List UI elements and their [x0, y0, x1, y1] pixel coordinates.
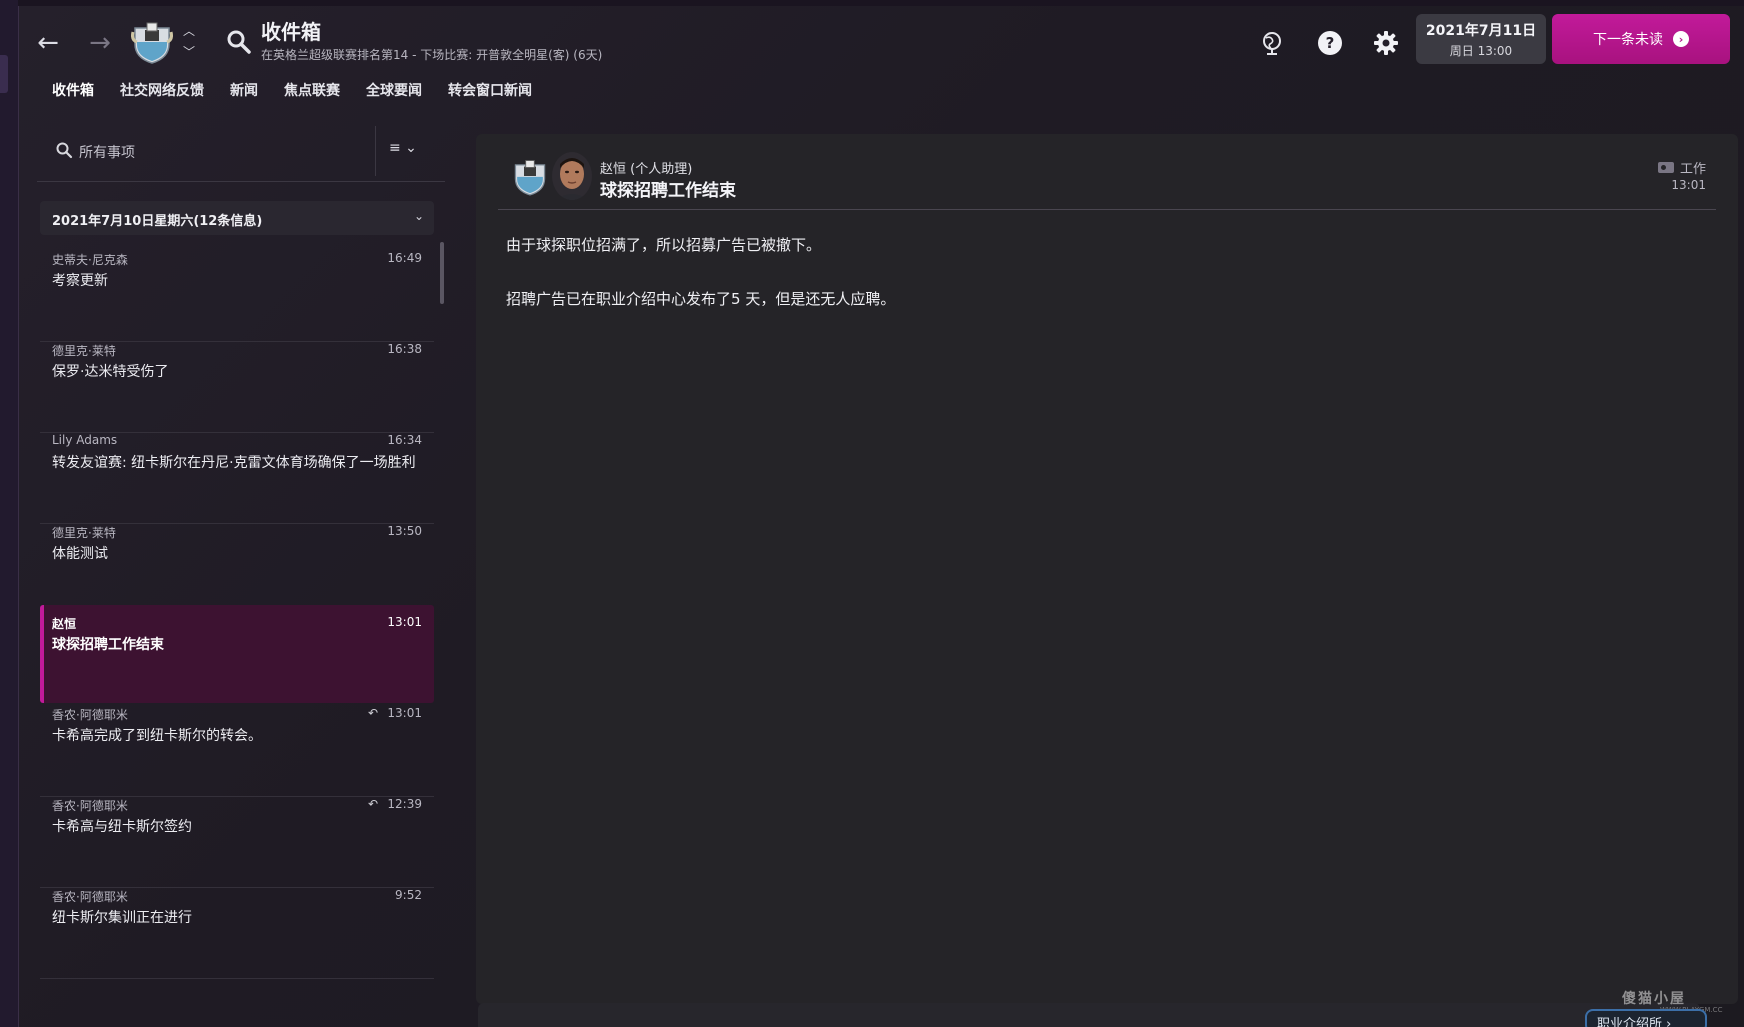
reply-icon: ↶: [367, 797, 378, 811]
search-icon: [56, 142, 73, 159]
edge-handle[interactable]: [0, 55, 8, 93]
list-item[interactable]: 德里克·莱特 16:38 保罗·达米特受伤了: [40, 332, 434, 433]
message-sender: 香农·阿德耶米: [52, 799, 128, 813]
chevron-down-icon[interactable]: ⌄: [414, 209, 424, 223]
divider: [375, 126, 376, 176]
message-time: 9:52: [395, 888, 422, 902]
category-label: 工作: [1679, 162, 1706, 177]
next-unread-label: 下一条未读: [1593, 32, 1663, 48]
message-time: 13:50: [387, 524, 422, 538]
gear-icon[interactable]: [1371, 28, 1401, 58]
message-subject: 转发友谊赛: 纽卡斯尔在丹尼·克雷文体育场确保了一场胜利: [52, 455, 416, 471]
search-input[interactable]: 所有事项: [79, 142, 135, 162]
list-item[interactable]: 史蒂夫·尼克森 16:49 考察更新: [40, 241, 434, 342]
list-item[interactable]: 香农·阿德耶米 9:52 纽卡斯尔集训正在进行: [40, 878, 434, 979]
forward-icon[interactable]: →: [85, 28, 115, 58]
help-icon[interactable]: ?: [1315, 28, 1345, 58]
message-detail-panel: 赵恒 (个人助理) 球探招聘工作结束 工作 13:01 由于球探职位招满了，所以…: [476, 134, 1738, 1004]
tab-news[interactable]: 新闻: [217, 80, 271, 106]
message-body: 由于球探职位招满了，所以招募广告已被撤下。 招聘广告已在职业介绍中心发布了5 天…: [506, 234, 895, 342]
body-paragraph: 由于球探职位招满了，所以招募广告已被撤下。: [506, 236, 822, 254]
message-time: 13:01: [387, 706, 422, 720]
inbox-tabs: 收件箱 社交网络反馈 新闻 焦点联赛 全球要闻 转会窗口新闻: [39, 80, 545, 106]
list-item[interactable]: 香农·阿德耶米 ↶ 13:01 卡希高完成了到纽卡斯尔的转会。: [40, 696, 434, 797]
message-from: 赵恒 (个人助理): [600, 162, 693, 177]
message-list: 史蒂夫·尼克森 16:49 考察更新 德里克·莱特 16:38 保罗·达米特受伤…: [40, 241, 434, 1027]
chevron-down-icon[interactable]: ﹀: [183, 43, 195, 60]
message-time: 13:01: [387, 615, 422, 629]
message-time: 16:34: [387, 433, 422, 447]
avatar[interactable]: [552, 152, 592, 200]
message-subject: 球探招聘工作结束: [52, 637, 164, 653]
tab-inbox[interactable]: 收件箱: [39, 80, 107, 106]
message-category[interactable]: 工作: [1657, 158, 1706, 177]
next-unread-button[interactable]: 下一条未读 ›: [1552, 14, 1730, 64]
message-header: 赵恒 (个人助理) 球探招聘工作结束 工作 13:01: [498, 134, 1716, 210]
club-crest-icon: [514, 160, 546, 196]
arrow-right-circle-icon: ›: [1673, 31, 1689, 47]
message-list-panel: 所有事项 ≡ ⌄ 2021年7月10日星期六(12条信息) ⌄ 史蒂夫·尼克森 …: [19, 124, 451, 1027]
page-title: 收件箱: [261, 20, 321, 44]
current-date: 2021年7月11日: [1425, 23, 1537, 39]
club-switch-arrows[interactable]: ︿ ﹀: [181, 22, 197, 60]
body-paragraph: 招聘广告已在职业介绍中心发布了5 天，但是还无人应聘。: [506, 290, 896, 308]
top-bar: ← → ︿ ﹀ 收件箱 在英格兰超级联赛排名第14 - 下场比赛: 开普敦全明星…: [19, 6, 1744, 76]
message-subject: 卡希高完成了到纽卡斯尔的转会。: [52, 728, 262, 744]
tag-icon: [1657, 162, 1674, 173]
globe-icon[interactable]: [1257, 28, 1287, 58]
watermark: 傻猫小屋: [1622, 991, 1686, 1007]
job-center-button[interactable]: 职业介绍所 ›: [1585, 1009, 1707, 1027]
tab-world-news[interactable]: 全球要闻: [353, 80, 435, 106]
message-sender: 香农·阿德耶米: [52, 708, 128, 722]
message-sender: Lily Adams: [52, 433, 118, 447]
list-item[interactable]: 德里克·莱特 13:50 体能测试: [40, 514, 434, 615]
message-time: 12:39: [387, 797, 422, 811]
current-day-time: 周日 13:00: [1449, 44, 1513, 58]
filter-menu-icon[interactable]: ≡ ⌄: [389, 140, 425, 162]
tab-focus-leagues[interactable]: 焦点联赛: [271, 80, 353, 106]
search-icon[interactable]: [225, 28, 253, 56]
list-item[interactable]: Lily Adams 16:34 转发友谊赛: 纽卡斯尔在丹尼·克雷文体育场确保…: [40, 423, 434, 524]
list-scrollbar[interactable]: [440, 242, 444, 304]
svg-text:?: ?: [1326, 34, 1335, 52]
reply-bar: [478, 1003, 1700, 1027]
message-time: 16:38: [387, 342, 422, 356]
message-subject-title: 球探招聘工作结束: [600, 181, 736, 201]
date-group-header[interactable]: 2021年7月10日星期六(12条信息) ⌄: [40, 201, 434, 235]
left-edge-strip: [0, 0, 18, 1027]
tab-social-feedback[interactable]: 社交网络反馈: [107, 80, 217, 106]
message-received-time: 13:01: [1671, 178, 1706, 192]
message-sender: 德里克·莱特: [52, 344, 116, 358]
list-item-selected[interactable]: 赵恒 13:01 球探招聘工作结束: [40, 605, 434, 703]
message-sender: 史蒂夫·尼克森: [52, 253, 128, 267]
page-subtitle: 在英格兰超级联赛排名第14 - 下场比赛: 开普敦全明星(客) (6天): [261, 48, 603, 62]
message-sender: 赵恒: [52, 617, 77, 631]
message-subject: 体能测试: [52, 546, 108, 562]
app-window: ← → ︿ ﹀ 收件箱 在英格兰超级联赛排名第14 - 下场比赛: 开普敦全明星…: [18, 6, 1744, 1027]
message-sender: 德里克·莱特: [52, 526, 116, 540]
message-subject: 考察更新: [52, 273, 108, 289]
message-subject: 纽卡斯尔集训正在进行: [52, 910, 192, 926]
title-block: 收件箱 在英格兰超级联赛排名第14 - 下场比赛: 开普敦全明星(客) (6天): [261, 20, 602, 63]
tab-transfer-window-news[interactable]: 转会窗口新闻: [435, 80, 545, 106]
back-icon[interactable]: ←: [33, 28, 63, 58]
game-date-display[interactable]: 2021年7月11日 周日 13:00: [1416, 14, 1546, 64]
message-sender: 香农·阿德耶米: [52, 890, 128, 904]
chevron-up-icon[interactable]: ︿: [183, 22, 195, 39]
message-subject: 卡希高与纽卡斯尔签约: [52, 819, 192, 835]
reply-icon: ↶: [367, 706, 378, 720]
message-subject: 保罗·达米特受伤了: [52, 364, 169, 380]
list-item[interactable]: 香农·阿德耶米 ↶ 12:39 卡希高与纽卡斯尔签约: [40, 787, 434, 888]
club-crest-icon[interactable]: [131, 18, 173, 64]
message-search[interactable]: 所有事项 ≡ ⌄: [37, 124, 445, 182]
message-time: 16:49: [387, 251, 422, 265]
date-group-label: 2021年7月10日星期六(12条信息): [52, 214, 263, 229]
